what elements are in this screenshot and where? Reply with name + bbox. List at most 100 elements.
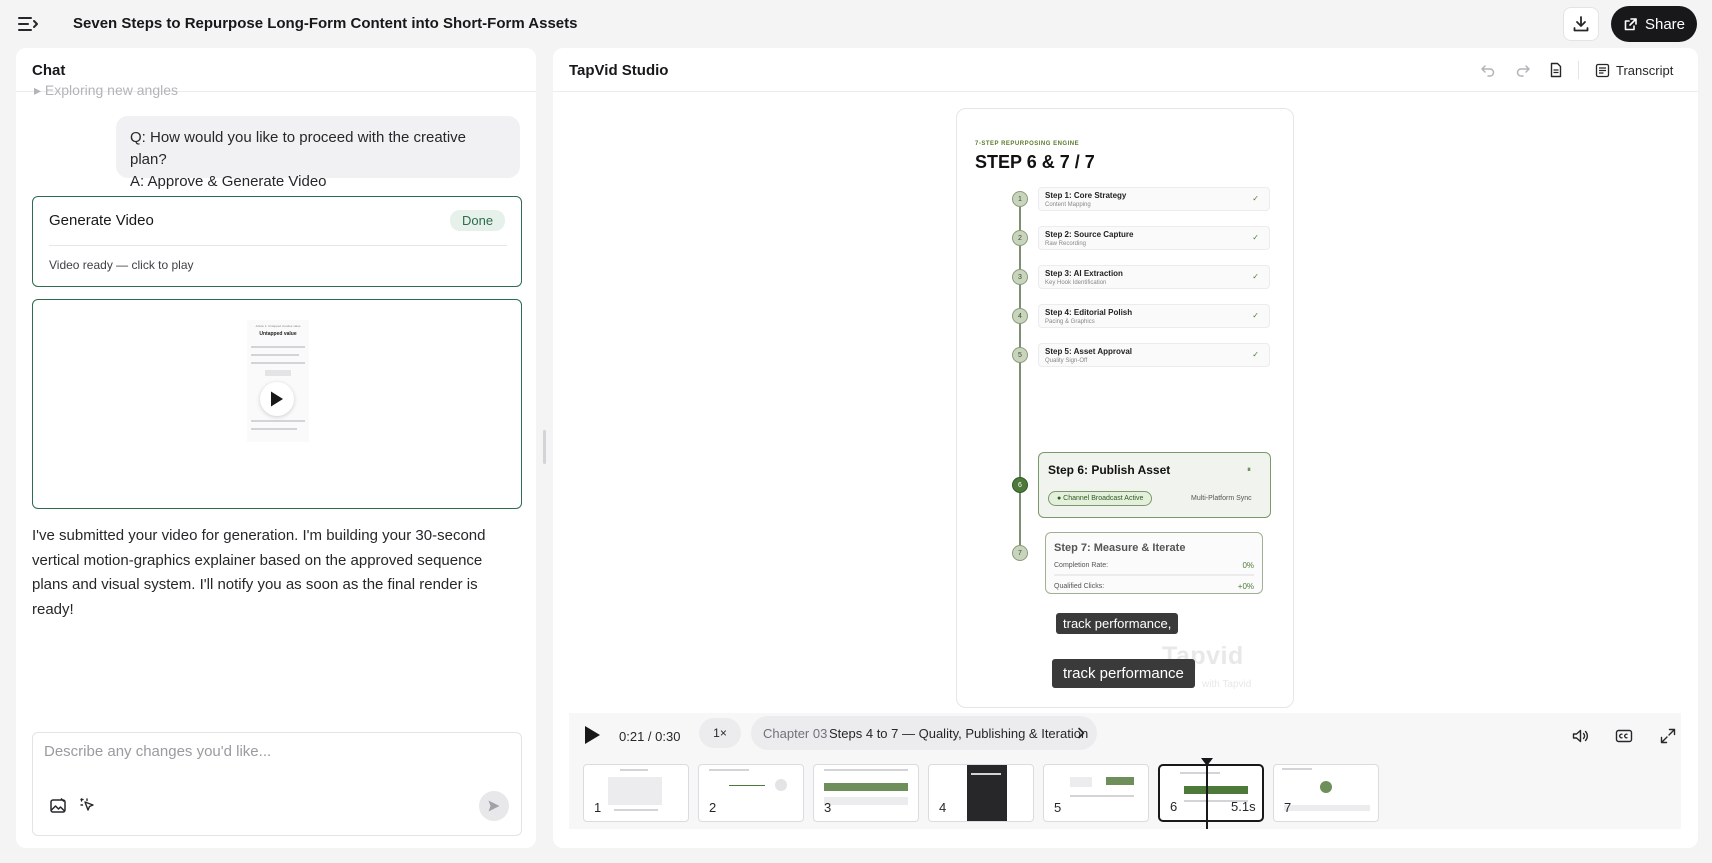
user-answer: A: Approve & Generate Video (130, 173, 327, 190)
download-icon (1573, 16, 1589, 32)
thumbnail-line (251, 362, 305, 364)
broadcast-status-pill: ● Channel Broadcast Active (1048, 491, 1153, 506)
thumbnail-line (251, 428, 297, 430)
undo-icon[interactable] (1478, 60, 1498, 80)
message-input[interactable] (44, 743, 504, 760)
user-message-bubble: Q: How would you like to proceed with th… (116, 116, 520, 190)
step-node-active: 6 (1012, 477, 1028, 493)
download-button[interactable] (1563, 7, 1599, 41)
playback-controls: 0:21 / 0:30 1× Chapter 03 Steps 4 to 7 —… (569, 713, 1681, 759)
play-icon (271, 391, 283, 407)
thumbnail-line (1070, 795, 1134, 797)
step-subtitle: Pacing & Graphics (1045, 319, 1095, 325)
timeline-thumbnail[interactable]: 2 (698, 764, 804, 822)
timeline-thumbnail[interactable]: 4 (928, 764, 1034, 822)
document-icon[interactable] (1546, 60, 1566, 80)
thumbnail-number: 6 (1170, 799, 1178, 814)
metric-value: 0% (1242, 561, 1254, 570)
step-seven-card: Step 7: Measure & Iterate Completion Rat… (1045, 532, 1263, 594)
volume-icon[interactable] (1569, 725, 1591, 747)
assistant-message: I've submitted your video for generation… (32, 527, 486, 618)
timeline-thumbnail[interactable]: 7 (1273, 764, 1379, 822)
send-icon (488, 800, 500, 812)
thumbnail-line (251, 346, 305, 348)
thumbnail-line (1282, 768, 1312, 770)
thumbnail-line (709, 769, 749, 771)
caption-upper: track performance, (1056, 613, 1179, 634)
studio-panel: TapVid Studio Transcript 7-STEP REPURPOS… (553, 48, 1698, 848)
transcript-button[interactable]: Transcript (1595, 59, 1673, 81)
thumbnail-number: 5 (1054, 800, 1062, 815)
playhead[interactable] (1206, 759, 1208, 829)
transcript-label: Transcript (1616, 62, 1674, 78)
thumbnail-kicker: Article 1: Untapped creative value (255, 324, 301, 328)
step-node: 4 (1012, 308, 1028, 324)
panel-resize-handle[interactable] (543, 430, 546, 464)
play-icon (585, 726, 600, 744)
transcript-icon (1595, 63, 1610, 77)
chevron-right-icon (1078, 727, 1085, 739)
captions-icon[interactable] (1613, 725, 1635, 747)
sync-label: Multi-Platform Sync (1191, 495, 1252, 502)
thumbnail-line (620, 769, 648, 771)
top-bar: Seven Steps to Repurpose Long-Form Conte… (0, 0, 1712, 48)
video-preview-frame[interactable]: 7-STEP REPURPOSING ENGINE STEP 6 & 7 / 7… (956, 108, 1294, 708)
step-title: Step 4: Editorial Polish (1045, 308, 1133, 317)
metric-label: Qualified Clicks: (1054, 583, 1105, 590)
chat-title: Chat (32, 62, 66, 79)
step-subtitle: Quality Sign-Off (1045, 358, 1088, 364)
timeline-thumbnail[interactable]: 3 (813, 764, 919, 822)
thumbnail-number: 4 (939, 800, 947, 815)
redo-icon[interactable] (1513, 60, 1533, 80)
generate-video-card[interactable]: Generate Video Done Video ready — click … (32, 196, 522, 287)
video-thumbnail: Article 1: Untapped creative value Untap… (247, 320, 309, 442)
speed-button[interactable]: 1× (699, 718, 741, 748)
thumbnail-line (251, 420, 305, 422)
step-node: 5 (1012, 347, 1028, 363)
thumbnail-line (614, 809, 658, 811)
check-icon: ✓ (1252, 233, 1259, 242)
pause-icon: ⏸ (1247, 465, 1251, 474)
check-icon: ✓ (1252, 194, 1259, 203)
timeline-thumbnail[interactable]: 5 (1043, 764, 1149, 822)
thumbnail-bar (1184, 786, 1248, 794)
timeline-thumbnail[interactable]: 1 (583, 764, 689, 822)
thumbnail-block (608, 777, 662, 805)
thumbnail-number: 3 (824, 800, 832, 815)
share-button[interactable]: Share (1611, 6, 1697, 42)
play-button[interactable] (579, 721, 605, 749)
fullscreen-icon[interactable] (1657, 725, 1679, 747)
timeline-thumbnail-active[interactable]: 6 5.1s (1158, 764, 1264, 822)
metric-value: +0% (1237, 582, 1254, 591)
metric-bar (1054, 574, 1254, 576)
send-button[interactable] (479, 791, 509, 821)
sidebar-toggle-icon[interactable] (16, 13, 40, 35)
step-row: Step 3: AI Extraction Key Hook Identific… (1038, 265, 1270, 289)
generate-card-title: Generate Video (49, 212, 154, 229)
thumbnail-check (1320, 781, 1332, 793)
chapter-name: Steps 4 to 7 — Quality, Publishing & Ite… (829, 726, 1089, 741)
thumbnail-arrow (729, 785, 765, 786)
cursor-select-icon[interactable] (77, 795, 99, 817)
status-badge: Done (450, 210, 506, 231)
check-icon: ✓ (1252, 311, 1259, 320)
thumbnail-circle (775, 779, 787, 791)
thumbnail-title: Untapped value (259, 331, 297, 337)
step-row: Step 2: Source Capture Raw Recording ✓ (1038, 226, 1270, 250)
video-preview-card[interactable]: Article 1: Untapped creative value Untap… (32, 299, 522, 509)
check-icon: ✓ (1252, 350, 1259, 359)
step-title: Step 2: Source Capture (1045, 230, 1134, 239)
step-node: 3 (1012, 269, 1028, 285)
thumbnail-bar (824, 783, 908, 791)
step-subtitle: Raw Recording (1045, 241, 1087, 247)
image-edit-icon[interactable] (47, 795, 69, 817)
watermark-tagline: with Tapvid (1202, 679, 1252, 690)
chapter-selector[interactable]: Chapter 03 Steps 4 to 7 — Quality, Publi… (751, 716, 1097, 750)
studio-header: TapVid Studio Transcript (553, 48, 1698, 92)
header-separator (1578, 61, 1579, 79)
page-title: Seven Steps to Repurpose Long-Form Conte… (73, 15, 578, 32)
step-node: 2 (1012, 230, 1028, 246)
play-overlay-button[interactable] (260, 382, 294, 416)
step-title: Step 6: Publish Asset (1048, 463, 1171, 477)
thumbnail-line (824, 769, 908, 771)
